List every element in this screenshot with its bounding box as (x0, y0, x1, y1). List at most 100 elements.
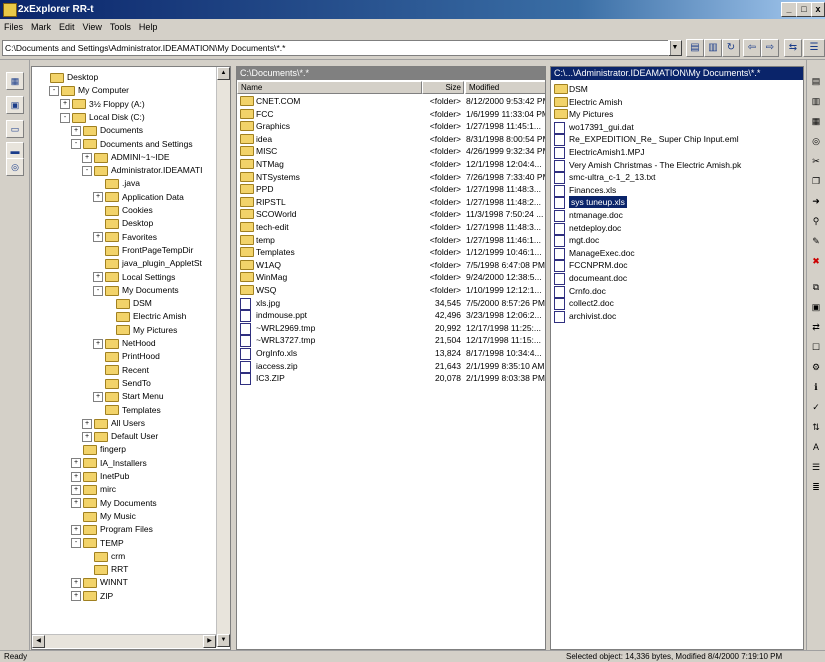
file-row[interactable]: Re_EXPEDITION_Re_ Super Chip Input.eml (551, 133, 801, 147)
expand-icon[interactable]: + (71, 524, 81, 535)
expand-icon[interactable]: + (93, 272, 103, 283)
folder-up-icon[interactable]: ▥ (704, 39, 722, 57)
expand-icon[interactable]: + (71, 458, 81, 469)
tree-node[interactable]: - TEMP (71, 537, 124, 549)
compare-icon[interactable]: ⇄ (809, 320, 823, 334)
maximize-button[interactable]: □ (796, 2, 812, 17)
tree-node[interactable]: My Music (71, 510, 136, 522)
network-icon[interactable]: ▣ (6, 96, 24, 114)
tree-node[interactable]: + Favorites (93, 231, 157, 243)
file-row[interactable]: Templates <folder> 1/12/1999 10:46:1... (237, 246, 543, 258)
copy-to-icon[interactable]: ⧉ (809, 280, 823, 294)
expand-icon[interactable]: + (82, 418, 92, 429)
search-icon[interactable]: ◎ (6, 158, 24, 176)
file-row[interactable]: ElectricAmish1.MPJ (551, 146, 801, 159)
file-row[interactable]: Very Amish Christmas - The Electric Amis… (551, 159, 801, 172)
file-row[interactable]: Electric Amish (551, 96, 801, 108)
file-row[interactable]: FCCNPRM.doc (551, 259, 801, 273)
tree-node[interactable]: + My Documents (71, 497, 157, 509)
options-icon[interactable]: ☰ (803, 39, 825, 57)
tree-node[interactable]: Desktop (93, 217, 153, 230)
tree-node[interactable]: +3½ Floppy (A:) (60, 98, 145, 110)
tree-node[interactable]: DSM (104, 297, 152, 309)
drive-icon[interactable]: ▭ (6, 120, 24, 138)
tree-node[interactable]: Cookies (93, 204, 153, 216)
menu-files[interactable]: Files (0, 20, 27, 32)
tree-node[interactable]: crm (82, 550, 125, 562)
new-folder-icon[interactable]: ▤ (809, 74, 823, 88)
file-row[interactable]: NTSystems <folder> 7/26/1998 7:33:40 PM (237, 171, 545, 183)
file-row[interactable]: Finances.xls (551, 184, 801, 197)
tree-node[interactable]: Desktop (38, 71, 98, 83)
tree-node[interactable]: + Application Data (93, 191, 184, 203)
tree-node[interactable]: + Program Files (71, 523, 153, 535)
file-row[interactable]: ~WRL3727.tmp 21,504 12/17/1998 11:15:... (237, 334, 543, 348)
tree-node[interactable]: Recent (93, 364, 149, 376)
collapse-icon[interactable]: - (93, 285, 103, 296)
tree-node[interactable]: + Local Settings (93, 271, 175, 283)
file-row[interactable]: W1AQ <folder> 7/5/1998 6:47:08 PM (237, 259, 545, 271)
file-row[interactable]: DSM (551, 83, 801, 95)
file-row[interactable]: mgt.doc (551, 234, 801, 248)
file-row[interactable]: temp <folder> 1/27/1998 11:46:1... (237, 234, 543, 246)
file-row[interactable]: OrgInfo.xls 13,824 8/17/1998 10:34:4... (237, 347, 543, 360)
expand-icon[interactable]: + (71, 498, 81, 509)
tree-node[interactable]: Templates (93, 404, 161, 416)
column-name[interactable]: Name (237, 81, 422, 94)
file-row[interactable]: idea <folder> 8/31/1998 8:00:54 PM (237, 133, 545, 145)
tree-node[interactable]: SendTo (93, 377, 151, 389)
file-row[interactable]: archivist.doc (551, 310, 801, 323)
tree-node[interactable]: .java (93, 177, 140, 190)
file-row[interactable]: sys tuneup.xls (551, 196, 801, 210)
menu-mark[interactable]: Mark (27, 20, 55, 32)
collapse-icon[interactable]: - (71, 139, 81, 150)
tree-node[interactable]: RRT (82, 563, 128, 575)
expand-icon[interactable]: + (71, 591, 81, 602)
sort-icon[interactable]: ⇅ (809, 420, 823, 434)
tree-node[interactable]: - My Computer (49, 84, 129, 97)
file-row[interactable]: My Pictures (551, 108, 801, 120)
file-row[interactable]: collect2.doc (551, 297, 801, 311)
cut-icon[interactable]: ✂ (809, 154, 823, 168)
tree-node[interactable]: + Documents (71, 124, 143, 136)
collapse-icon[interactable]: - (60, 112, 70, 123)
list-icon[interactable]: ☰ (809, 460, 823, 474)
delete-icon[interactable]: ✖ (809, 254, 823, 268)
file-row[interactable]: FCC <folder> 1/6/1999 11:33:04 PM (237, 108, 545, 120)
tree-node[interactable]: PrintHood (93, 350, 160, 363)
collapse-icon[interactable]: - (82, 165, 92, 176)
expand-icon[interactable]: + (93, 338, 103, 349)
copy-icon[interactable]: ❐ (809, 174, 823, 188)
file-row[interactable]: tech-edit <folder> 1/27/1998 11:48:3... (237, 221, 543, 233)
tree-node[interactable]: Electric Amish (104, 310, 186, 323)
folder-icon[interactable]: ▤ (686, 39, 704, 57)
tree-node[interactable]: + WINNT (71, 576, 128, 589)
rename-icon[interactable]: ✎ (809, 234, 823, 248)
file-row[interactable]: Crnfo.doc (551, 285, 801, 298)
column-size[interactable]: Size (422, 81, 464, 94)
tree-node[interactable]: + ADMINI~1~IDE (82, 151, 170, 163)
close-button[interactable]: x (811, 2, 825, 17)
column-modified[interactable]: Modified (465, 81, 545, 94)
paste-icon[interactable]: ▣ (809, 300, 823, 314)
tree-node[interactable]: + IA_Installers (71, 457, 147, 469)
forward-icon[interactable]: ⇨ (761, 39, 779, 57)
tree-node[interactable]: - Administrator.IDEAMATI (82, 164, 202, 176)
find-icon[interactable]: ◎ (809, 134, 823, 148)
tree-hscrollbar[interactable]: ◀ ▶ (32, 634, 216, 648)
expand-icon[interactable]: + (93, 192, 103, 203)
tree-node[interactable]: + mirc (71, 483, 116, 496)
properties-icon[interactable]: ▥ (809, 94, 823, 108)
expand-icon[interactable]: + (71, 125, 81, 136)
tree-node[interactable]: + Start Menu (93, 390, 164, 402)
expand-icon[interactable]: + (60, 99, 70, 110)
tree-node[interactable]: fingerp (71, 443, 126, 456)
file-row[interactable]: ManageExec.doc (551, 247, 801, 260)
expand-icon[interactable]: + (93, 391, 103, 402)
tree-node[interactable]: - Local Disk (C:) (60, 111, 145, 123)
file-row[interactable]: CNET.COM <folder> 8/12/2000 9:53:42 PM (237, 95, 545, 107)
file-row[interactable]: ntmanage.doc (551, 209, 801, 222)
move-icon[interactable]: ➜ (809, 194, 823, 208)
address-field[interactable]: C:\Documents and Settings\Administrator.… (2, 40, 671, 56)
tree-node[interactable]: + ZIP (71, 590, 113, 602)
